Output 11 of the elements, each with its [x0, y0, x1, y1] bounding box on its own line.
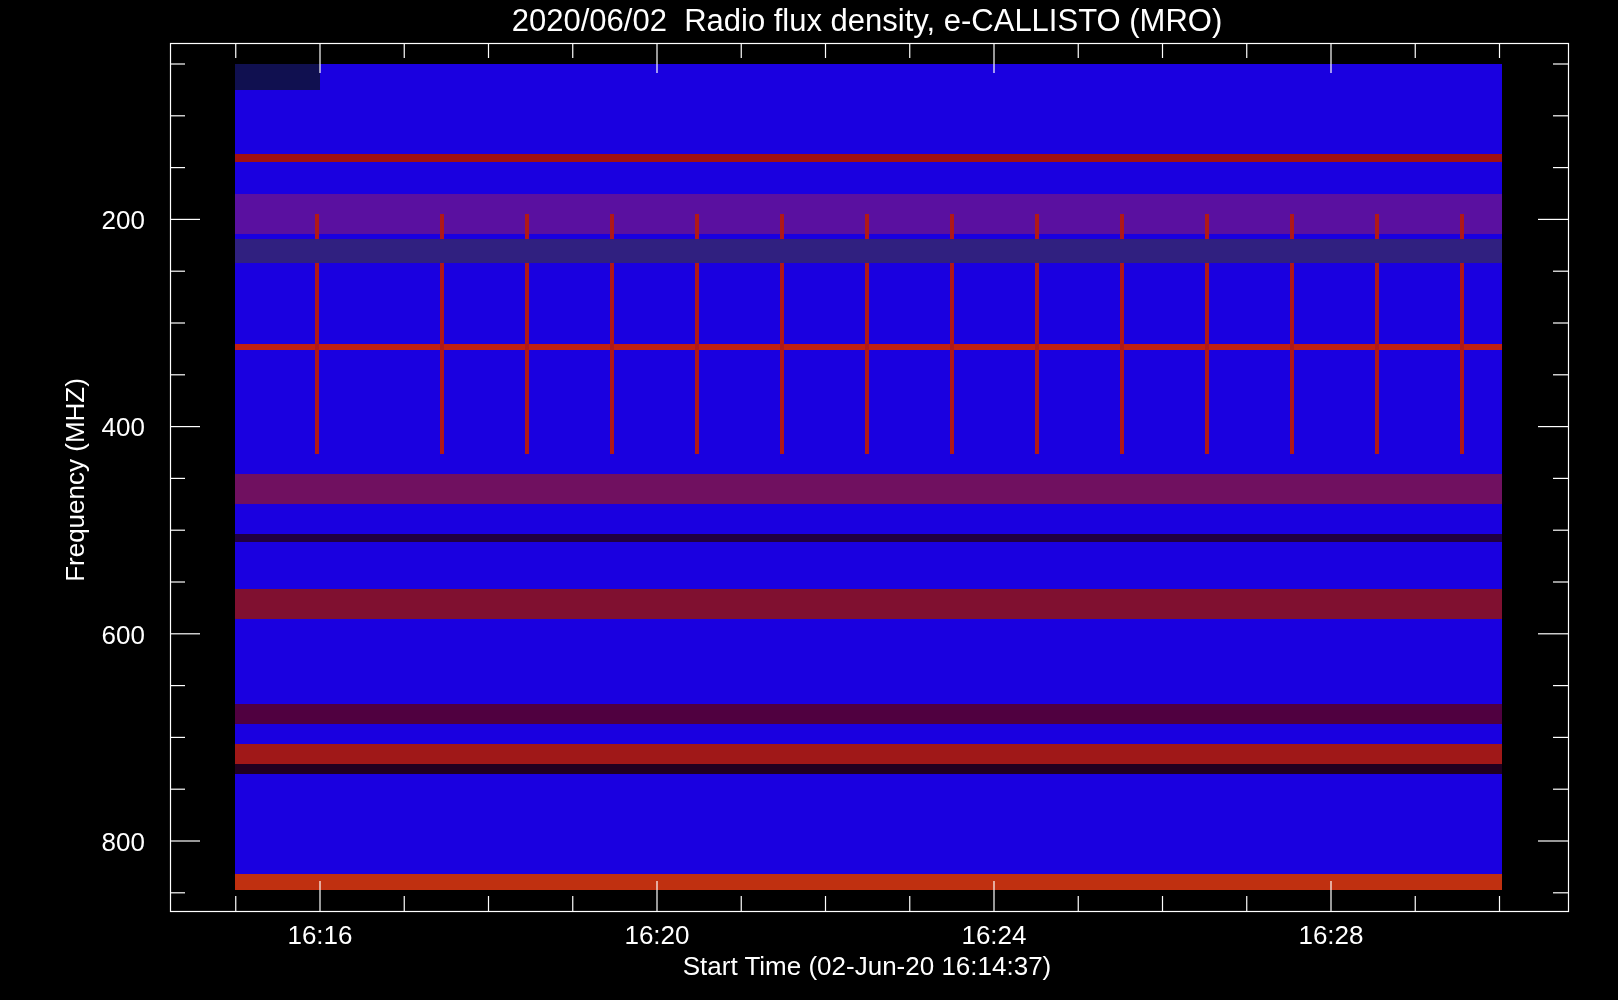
tick-label: 16:28 [1298, 920, 1364, 950]
tick-label: 600 [101, 619, 145, 650]
tick-label: 800 [101, 827, 145, 858]
axis-title: Frequency (MHZ) [60, 378, 90, 582]
tick-label: 16:24 [961, 920, 1027, 950]
tick-label: 200 [101, 205, 145, 235]
tick-label: 16:20 [624, 920, 690, 950]
axis-title: Start Time (02-Jun-20 16:14:37) [682, 951, 1052, 981]
tick-label: 400 [101, 412, 145, 443]
chart-title: 2020/06/02 Radio flux density, e-CALLISTO (MRO) [511, 3, 1223, 38]
tick-label: 16:16 [287, 920, 353, 950]
